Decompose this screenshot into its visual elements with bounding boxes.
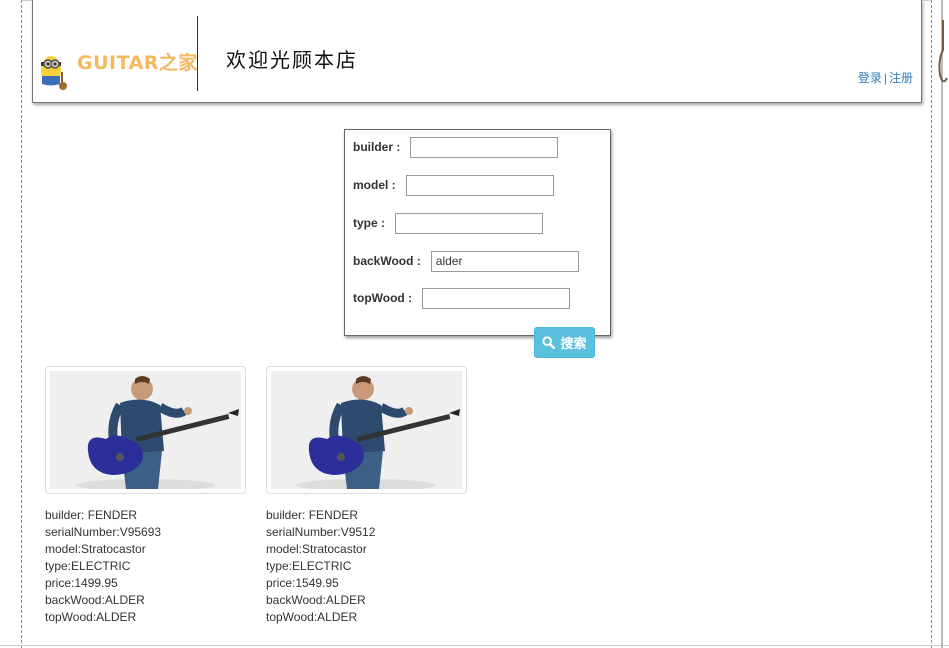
builder-text: builder: FENDER [45, 508, 138, 522]
backwood-input[interactable] [430, 250, 579, 272]
welcome-title: 欢迎光顾本店 [226, 48, 358, 72]
guitar-thumbnail[interactable] [45, 366, 246, 494]
guitar-info: builder: FENDER serialNumber:V95693 mode… [45, 507, 246, 626]
backwood-text: backWood:ALDER [266, 593, 366, 607]
model-text: model:Stratocastor [45, 542, 146, 556]
serial-text: serialNumber:V9512 [266, 525, 376, 539]
type-row: type : [353, 212, 544, 234]
builder-input[interactable] [410, 136, 559, 158]
bottom-divider [0, 645, 949, 646]
serial-text: serialNumber:V95693 [45, 525, 162, 539]
login-link[interactable]: 登录 [858, 71, 882, 85]
minion-logo-icon [41, 56, 67, 90]
model-input[interactable] [405, 174, 554, 196]
search-form: builder : model : type : backWood : topW… [344, 129, 611, 336]
search-button[interactable]: 搜索 [534, 327, 595, 358]
type-input[interactable] [395, 212, 544, 234]
auth-separator: | [883, 71, 887, 85]
site-header: GUITAR之家 欢迎光顾本店 登录 | 注册 [32, 0, 922, 103]
search-icon [542, 336, 556, 349]
model-text: model:Stratocastor [266, 542, 367, 556]
builder-row: builder : [353, 136, 559, 158]
model-label: model : [353, 178, 396, 192]
guitar-thumbnail[interactable] [266, 366, 467, 494]
guitar-info: builder: FENDER serialNumber:V9512 model… [266, 507, 467, 626]
guitarist-photo [50, 371, 241, 491]
topwood-text: topWood:ALDER [45, 610, 137, 624]
rope-knot-icon [938, 20, 948, 83]
auth-links: 登录 | 注册 [858, 69, 913, 86]
type-text: type:ELECTRIC [266, 559, 352, 573]
backwood-label: backWood : [353, 254, 421, 268]
guitar-card: builder: FENDER serialNumber:V9512 model… [266, 366, 467, 626]
type-text: type:ELECTRIC [45, 559, 131, 573]
logo-text: GUITAR之家 [77, 52, 198, 74]
model-row: model : [353, 174, 554, 196]
backwood-text: backWood:ALDER [45, 593, 145, 607]
search-button-label: 搜索 [560, 336, 587, 351]
guitarist-photo [271, 371, 462, 491]
header-divider [197, 16, 198, 91]
backwood-row: backWood : [353, 250, 579, 272]
type-label: type : [353, 216, 386, 230]
rope-decoration [941, 0, 943, 648]
price-text: price:1549.95 [266, 576, 339, 590]
price-text: price:1499.95 [45, 576, 118, 590]
register-link[interactable]: 注册 [889, 71, 913, 85]
topwood-input[interactable] [422, 287, 571, 309]
builder-text: builder: FENDER [266, 508, 359, 522]
topwood-label: topWood : [353, 291, 413, 305]
topwood-row: topWood : [353, 287, 571, 309]
topwood-text: topWood:ALDER [266, 610, 358, 624]
builder-label: builder : [353, 140, 401, 154]
guitar-card: builder: FENDER serialNumber:V95693 mode… [45, 366, 246, 626]
